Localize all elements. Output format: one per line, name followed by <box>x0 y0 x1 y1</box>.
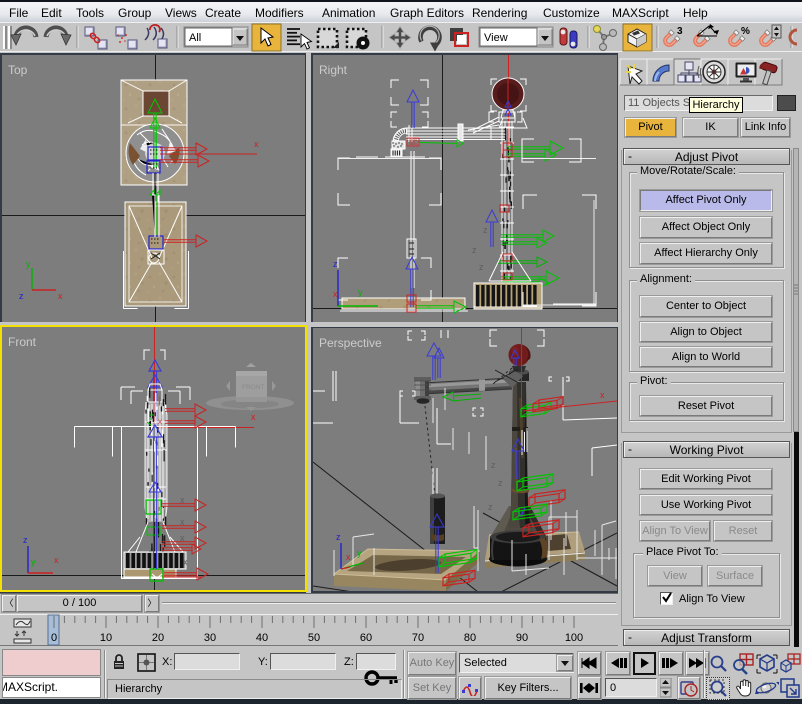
svg-text:x: x <box>158 417 162 426</box>
svg-text:y: y <box>31 557 36 567</box>
svg-text:x: x <box>183 557 188 567</box>
svg-text:z: z <box>402 149 406 158</box>
svg-text:100: 100 <box>565 632 583 644</box>
svg-text:y: y <box>358 287 363 297</box>
svg-text:x: x <box>600 390 605 400</box>
svg-text:Top: Top <box>8 63 28 77</box>
svg-text:20: 20 <box>152 632 164 644</box>
svg-text:x: x <box>180 517 185 527</box>
svg-text:x: x <box>180 533 185 543</box>
svg-text:z: z <box>488 502 493 512</box>
svg-text:40: 40 <box>256 632 268 644</box>
svg-text:x: x <box>58 291 63 301</box>
svg-text:FRONT: FRONT <box>242 384 264 391</box>
svg-text:y: y <box>357 548 362 558</box>
svg-text:%: % <box>741 26 750 37</box>
svg-text:x: x <box>254 139 259 149</box>
svg-text:0: 0 <box>51 632 57 644</box>
svg-text:70: 70 <box>412 632 424 644</box>
svg-text:x: x <box>54 555 59 565</box>
svg-text:60: 60 <box>360 632 372 644</box>
svg-text:90: 90 <box>516 632 528 644</box>
svg-text:10: 10 <box>100 632 112 644</box>
svg-text:All: All <box>189 32 201 44</box>
svg-text:z: z <box>498 478 503 488</box>
svg-text:Front: Front <box>8 335 37 349</box>
svg-text:50: 50 <box>308 632 320 644</box>
svg-text:x: x <box>333 289 338 299</box>
svg-text:z: z <box>336 532 341 542</box>
svg-text:z: z <box>333 259 338 269</box>
svg-text:z: z <box>479 262 484 272</box>
svg-text:3: 3 <box>677 26 683 37</box>
svg-text:Perspective: Perspective <box>319 336 382 350</box>
svg-text:Right: Right <box>319 63 348 77</box>
svg-text:x: x <box>180 495 185 505</box>
svg-text:x: x <box>346 552 351 562</box>
svg-text:z: z <box>483 225 488 235</box>
svg-text:30: 30 <box>204 632 216 644</box>
svg-text:y: y <box>26 259 31 269</box>
svg-text:z: z <box>491 460 496 470</box>
svg-text:z: z <box>472 245 477 255</box>
svg-text:80: 80 <box>464 632 476 644</box>
svg-text:x: x <box>251 412 256 422</box>
svg-text:View: View <box>484 32 508 44</box>
svg-text:z: z <box>23 535 28 545</box>
svg-text:z: z <box>19 291 24 301</box>
